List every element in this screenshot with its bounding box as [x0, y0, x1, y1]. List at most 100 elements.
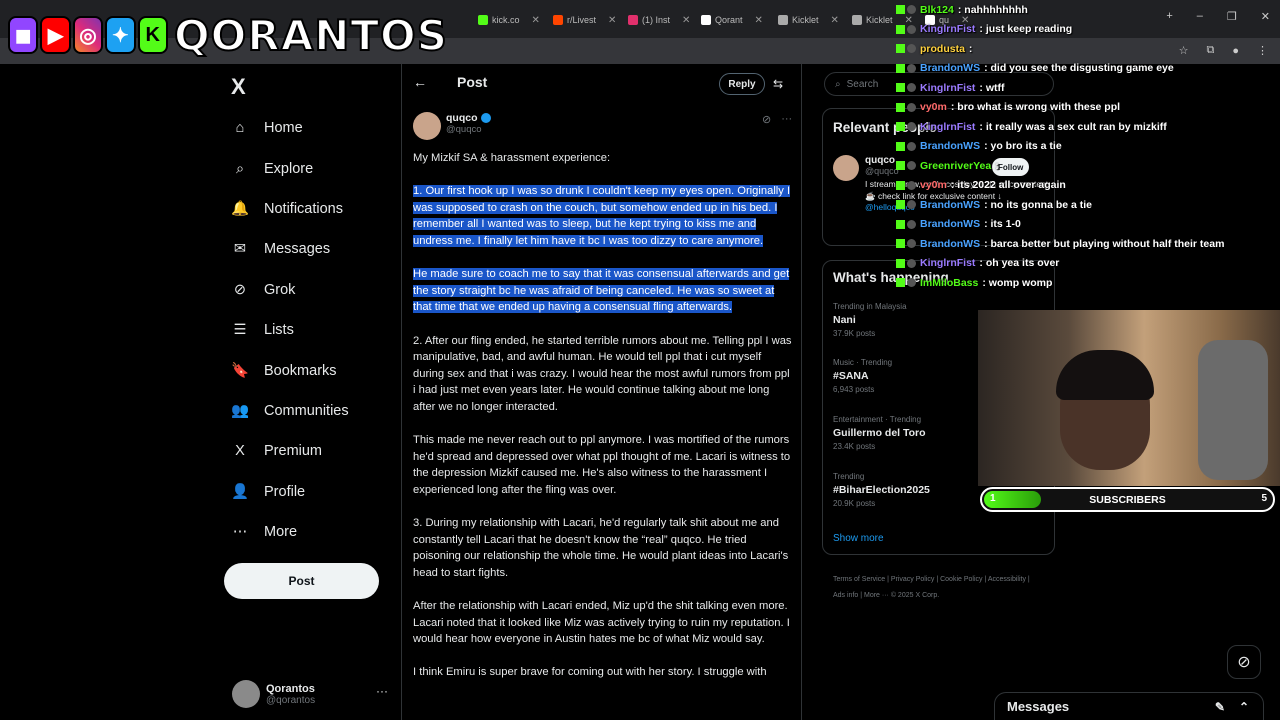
- sidebar-item-messages[interactable]: ✉ Messages: [230, 229, 349, 269]
- page-title: Post: [457, 74, 488, 90]
- sidebar-item-label: Premium: [264, 443, 323, 460]
- more-icon[interactable]: ···: [781, 113, 792, 126]
- chat-message: vy0m: bro what is wrong with these ppl: [896, 98, 1280, 118]
- chat-username: KinglrnFist: [920, 81, 976, 94]
- kick-icon: K: [137, 16, 168, 54]
- user-badge-icon: [907, 161, 916, 171]
- browser-tab[interactable]: Qorant ✕: [701, 8, 763, 32]
- chat-message: BrandonWS: its 1-0: [896, 215, 1280, 235]
- kick-badge-icon: [896, 219, 905, 229]
- chat-username: ImMiloBass: [920, 276, 979, 289]
- chat-text: no its gonna be a tie: [990, 198, 1093, 211]
- sidebar-item-more[interactable]: ⋯ More: [230, 512, 349, 552]
- grok-icon[interactable]: ⊘: [1227, 645, 1261, 679]
- trend-title: Nani: [833, 314, 856, 326]
- chat-message: KinglrnFist: just keep reading: [896, 20, 1280, 40]
- account-switcher[interactable]: Qorantos @qorantos: [232, 680, 315, 708]
- sidebar-item-notifications[interactable]: 🔔 Notifications: [230, 189, 349, 229]
- kick-badge-icon: [896, 200, 905, 210]
- sidebar-item-bookmarks[interactable]: 🔖 Bookmarks: [230, 350, 349, 390]
- chat-text: womp womp: [988, 276, 1053, 289]
- chat-message: BrandonWS: no its gonna be a tie: [896, 195, 1280, 215]
- browser-tab[interactable]: Kicklet ✕: [778, 8, 839, 32]
- user-badge-icon: [907, 122, 916, 132]
- post-paragraph-text: 2. After our fling ended, he started ter…: [413, 334, 792, 413]
- trend-item[interactable]: Entertainment · Trending Guillermo del To…: [833, 415, 926, 451]
- chat-message: BrandonWS: barca better but playing with…: [896, 234, 1280, 254]
- sidebar-item-label: Lists: [264, 322, 294, 339]
- messages-drawer[interactable]: Messages ✎ ⌃: [994, 692, 1264, 720]
- kick-badge-icon: [896, 122, 905, 132]
- chat-message: Blk124: nahhhhhhhh: [896, 0, 1280, 20]
- chat-text: wtff: [985, 81, 1005, 94]
- tab-favicon-icon: [628, 15, 638, 25]
- back-arrow-icon[interactable]: ←: [413, 74, 427, 90]
- compose-message-icon[interactable]: ✎: [1215, 700, 1225, 714]
- post-button[interactable]: Post: [224, 563, 379, 599]
- chat-username: KinglrnFist: [920, 23, 976, 36]
- chat-text: its 1-0: [990, 218, 1021, 231]
- browser-tab[interactable]: (1) Inst ✕: [628, 8, 690, 32]
- post-author[interactable]: quqco @quqco: [413, 112, 491, 140]
- chevron-up-icon[interactable]: ⌃: [1239, 700, 1249, 714]
- chat-message: produsta:: [896, 39, 1280, 59]
- messages-icon: ✉: [233, 241, 247, 258]
- chat-message: GreenriverYea:: [896, 156, 1280, 176]
- trend-count: 23.4K posts: [833, 442, 876, 451]
- close-icon[interactable]: ✕: [608, 15, 616, 26]
- tab-favicon-icon: [478, 15, 488, 25]
- grok-icon: ⊘: [233, 281, 247, 298]
- chat-message: BrandonWS: did you see the disgusting ga…: [896, 59, 1280, 79]
- grok-icon[interactable]: ⊘: [762, 113, 771, 126]
- sidebar-item-communities[interactable]: 👥 Communities: [230, 391, 349, 431]
- close-icon[interactable]: ✕: [831, 15, 839, 26]
- sidebar-item-label: Profile: [264, 483, 306, 500]
- tab-label: Qorant: [715, 15, 743, 25]
- user-badge-icon: [907, 24, 916, 34]
- notifications-icon: 🔔: [230, 201, 250, 218]
- tab-favicon-icon: [852, 15, 862, 25]
- kick-badge-icon: [896, 180, 905, 190]
- trend-item[interactable]: Trending in Malaysia Nani 37.9K posts: [833, 302, 907, 338]
- close-icon[interactable]: ✕: [755, 15, 763, 26]
- sidebar-item-lists[interactable]: ☰ Lists: [230, 310, 349, 350]
- sidebar-item-grok[interactable]: ⊘ Grok: [230, 270, 349, 310]
- trend-item[interactable]: Trending #BiharElection2025 20.9K posts: [833, 472, 930, 508]
- x-logo[interactable]: X: [231, 74, 246, 100]
- tab-favicon-icon: [553, 15, 563, 25]
- user-badge-icon: [907, 102, 916, 112]
- sidebar-item-premium[interactable]: X Premium: [230, 431, 349, 471]
- sidebar-item-home[interactable]: ⌂ Home: [230, 108, 349, 148]
- communities-icon: 👥: [230, 403, 250, 420]
- browser-tab[interactable]: r/Livest ✕: [553, 8, 616, 32]
- subscriber-label: SUBSCRIBERS: [1089, 494, 1166, 506]
- chat-username: produsta: [920, 42, 965, 55]
- trend-count: 20.9K posts: [833, 499, 876, 508]
- close-icon[interactable]: ✕: [532, 15, 540, 26]
- reply-button[interactable]: Reply: [719, 73, 765, 95]
- filter-icon[interactable]: ⇆: [773, 77, 783, 91]
- trend-item[interactable]: Music · Trending #SANA 6,943 posts: [833, 358, 892, 394]
- sidebar-item-label: Bookmarks: [264, 362, 337, 379]
- more-icon[interactable]: ···: [376, 684, 388, 698]
- chat-message: ImMiloBass: womp womp: [896, 273, 1280, 293]
- chat-username: BrandonWS: [920, 198, 981, 211]
- verified-badge-icon: [480, 113, 491, 123]
- account-handle: @qorantos: [266, 694, 316, 706]
- sidebar-item-explore[interactable]: ⌕ Explore: [230, 148, 349, 188]
- show-more-link[interactable]: Show more: [833, 533, 884, 544]
- avatar: [833, 155, 859, 181]
- sidebar-item-profile[interactable]: 👤 Profile: [230, 472, 349, 512]
- browser-tab[interactable]: kick.co ✕: [478, 8, 540, 32]
- chat-username: vy0m: [920, 101, 947, 114]
- close-icon[interactable]: ✕: [682, 15, 690, 26]
- profile-icon: 👤: [230, 484, 250, 501]
- stream-logo-overlay: ◼ ▶ ◎ ✦ K QORANTOS: [8, 8, 448, 62]
- subscriber-goal-bar: 1 SUBSCRIBERS 5: [980, 487, 1275, 512]
- post-intro: My Mizkif SA & harassment experience:: [413, 152, 611, 164]
- footer-links[interactable]: Terms of Service | Privacy Policy | Cook…: [833, 572, 1043, 604]
- post-paragraph-text: 3. During my relationship with Lacari, h…: [413, 517, 789, 579]
- post-paragraph: He made sure to coach me to say that it …: [413, 266, 793, 316]
- chat-text: oh yea its over: [985, 257, 1060, 270]
- chat-username: KinglrnFist: [920, 120, 976, 133]
